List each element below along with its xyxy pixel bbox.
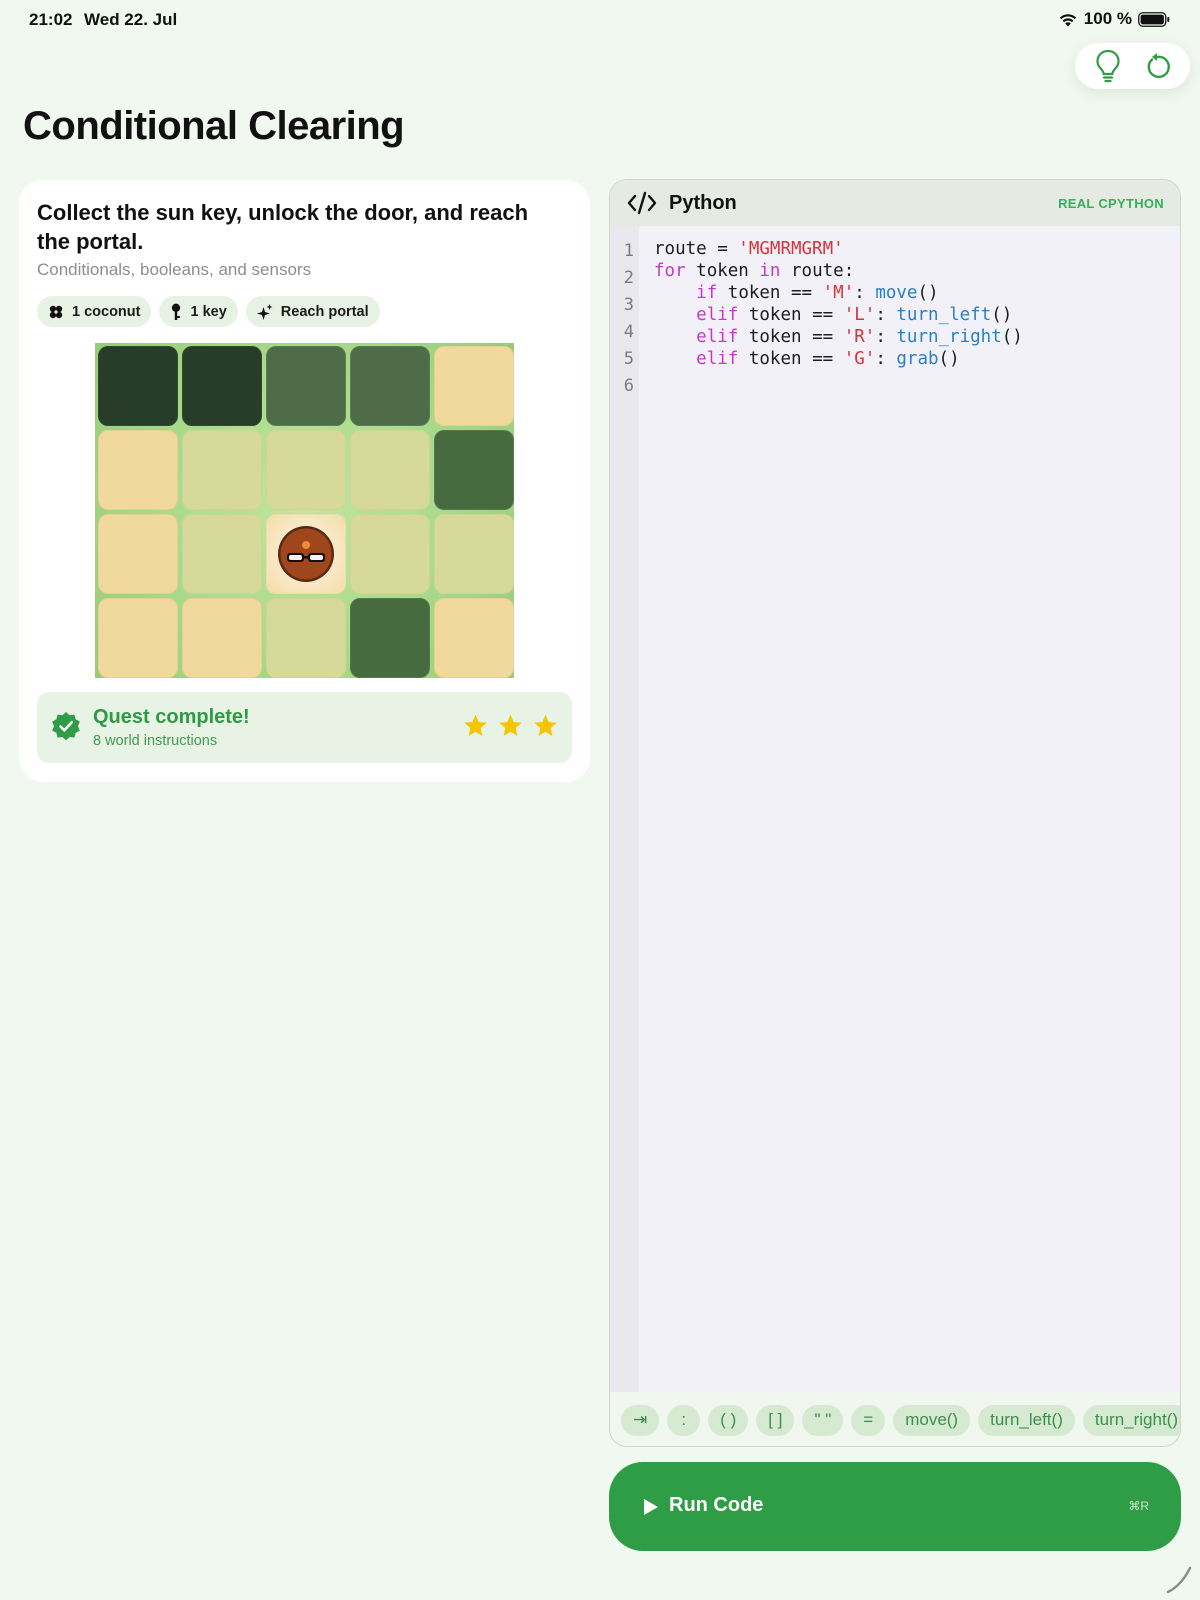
star-rating <box>463 713 558 738</box>
resize-handle-icon[interactable] <box>1166 1566 1192 1594</box>
status-time: 21:02 <box>29 10 73 29</box>
line-number: 6 <box>623 376 634 396</box>
code-line: if token == 'M': move() <box>696 283 939 303</box>
robot-icon <box>278 526 334 582</box>
snippet-button[interactable]: : <box>667 1404 701 1436</box>
line-number: 1 <box>623 241 634 261</box>
snippet-button[interactable]: turn_right() <box>1082 1404 1180 1436</box>
snippet-button[interactable]: move() <box>893 1404 971 1436</box>
board-tile <box>98 346 178 426</box>
snippet-bar: ⇥:( )[ ] " " = move() turn_left() turn_right(… <box>610 1392 1180 1446</box>
goal-chip-label: 1 key <box>190 303 227 320</box>
quest-subtitle: Conditionals, booleans, and sensors <box>37 260 312 279</box>
board-tile <box>350 430 430 510</box>
star-icon <box>499 714 522 736</box>
goal-chip-portal: Reach portal <box>245 296 380 327</box>
engine-label: REAL CPYTHON <box>1058 196 1164 211</box>
snippet-button[interactable]: = <box>851 1404 886 1436</box>
lightbulb-icon <box>1096 49 1120 83</box>
editor-header: Python REAL CPYTHON <box>610 180 1180 226</box>
code-editor: Python REAL CPYTHON 1 2 3 4 5 6 route = 'MGMR… <box>609 179 1181 1447</box>
goal-chip-label: Reach portal <box>280 303 369 320</box>
line-number: 5 <box>623 349 634 369</box>
goal-chip-coconut: 1 coconut <box>37 296 152 327</box>
code-line: for token in route: <box>654 261 855 281</box>
snippet-button[interactable]: ( ) <box>708 1404 749 1436</box>
status-indicators: 100 % <box>1058 9 1170 29</box>
code-line: elif token == 'L': turn_left() <box>696 305 1013 325</box>
quest-status-title: Quest complete! <box>93 706 250 728</box>
reset-button[interactable] <box>1137 46 1177 86</box>
battery-icon <box>1138 11 1170 27</box>
board-tile <box>182 598 262 678</box>
language-label: Python <box>669 192 737 214</box>
board-tile <box>350 598 430 678</box>
star-icon <box>534 714 557 736</box>
quest-status-banner: Quest complete! 8 world instructions <box>37 692 572 763</box>
code-line: elif token == 'R': turn_right() <box>696 327 1023 347</box>
status-date: Wed 22. Jul <box>84 10 178 29</box>
code-icon <box>627 191 657 215</box>
goal-chip-label: 1 coconut <box>72 303 141 320</box>
code-line: elif token == 'G': grab() <box>696 349 960 369</box>
page-title: Conditional Clearing <box>23 104 405 148</box>
board-tile <box>182 514 262 594</box>
board-tile <box>350 514 430 594</box>
board-tile <box>350 346 430 426</box>
sparkle-icon <box>256 303 273 320</box>
wifi-icon <box>1058 12 1078 27</box>
line-number: 3 <box>623 295 634 315</box>
code-text-area[interactable]: route = 'MGMRMGRM' for token in route: if… <box>654 238 1023 392</box>
line-numbers: 1 2 3 4 5 6 <box>610 238 634 400</box>
reset-icon <box>1147 53 1171 79</box>
board-tile <box>434 514 514 594</box>
quest-card: Collect the sun key, unlock the door, an… <box>19 180 590 782</box>
line-number: 2 <box>623 268 634 288</box>
run-code-label: Run Code <box>669 1494 764 1516</box>
board-tile <box>434 346 514 426</box>
line-number: 4 <box>623 322 634 342</box>
board-tile <box>266 598 346 678</box>
snippet-button[interactable]: [ ] <box>756 1404 795 1436</box>
board-tile <box>98 514 178 594</box>
hint-button[interactable] <box>1088 46 1128 86</box>
run-shortcut-hint: ⌘R <box>1128 1499 1149 1513</box>
world-board <box>95 343 514 678</box>
goal-chips: 1 coconut 1 key Reach portal <box>37 296 380 327</box>
snippet-button[interactable]: " " <box>802 1404 844 1436</box>
battery-percent: 100 % <box>1083 9 1132 28</box>
board-tile <box>266 346 346 426</box>
quest-status-subtitle: 8 world instructions <box>93 733 218 749</box>
board-tile <box>434 430 514 510</box>
quest-title: Collect the sun key, unlock the door, an… <box>37 200 529 254</box>
board-tile <box>182 346 262 426</box>
run-code-button[interactable]: Run Code ⌘R <box>609 1462 1181 1551</box>
goal-chip-key: 1 key <box>159 296 238 327</box>
code-line: route = 'MGMRMGRM' <box>654 239 844 259</box>
key-icon <box>172 303 181 320</box>
board-tile <box>182 430 262 510</box>
board-tile <box>266 514 346 594</box>
board-tile <box>434 598 514 678</box>
board-tile <box>98 430 178 510</box>
board-tile <box>98 598 178 678</box>
line-gutter <box>610 226 639 1392</box>
star-icon <box>464 714 487 736</box>
top-toolbar <box>1075 43 1190 89</box>
status-bar: 21:02 Wed 22. Jul 100 % <box>0 0 1200 40</box>
coconut-icon <box>49 305 63 318</box>
board-tile <box>266 430 346 510</box>
snippet-button[interactable]: ⇥ <box>621 1404 660 1436</box>
verified-check-icon <box>52 712 80 741</box>
snippet-button[interactable]: turn_left() <box>978 1404 1075 1436</box>
play-icon <box>644 1499 658 1515</box>
